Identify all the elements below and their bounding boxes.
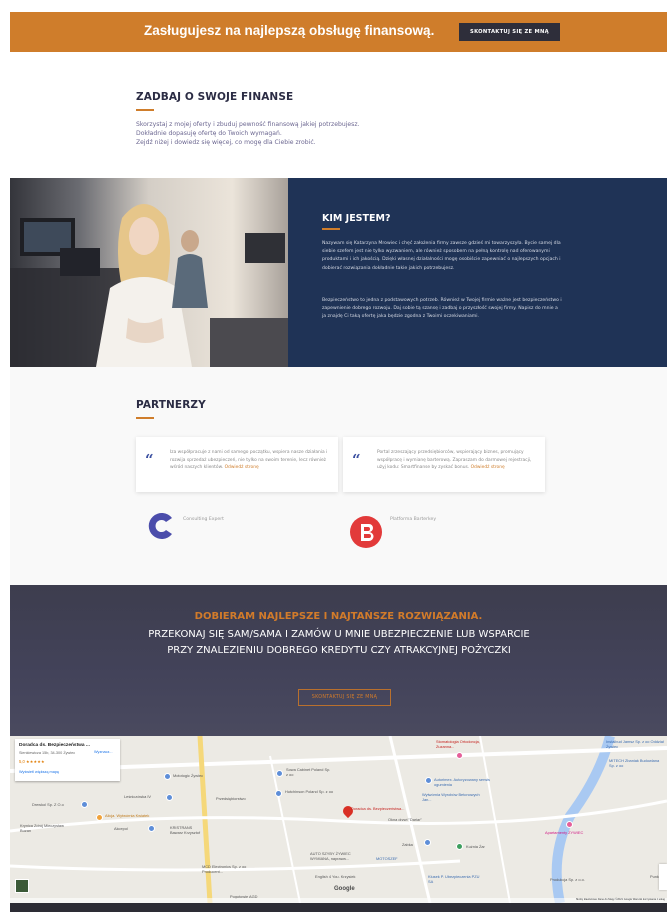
map-poi-icon[interactable] (456, 843, 463, 850)
map-label: Klusek P. Ubezpieczenia PZU SA (428, 874, 480, 884)
google-map[interactable]: Doradca ds. Bezpieczeństwa ... Sienkiewi… (10, 736, 667, 903)
footer-strip (10, 903, 667, 912)
heading-underline (322, 228, 340, 230)
map-label: Sowa Cabinet Poland Sp. z oo (286, 767, 331, 777)
map-poi-icon[interactable] (456, 752, 463, 759)
map-label: Produkcja Sp. z o.o. (550, 877, 585, 882)
map-label: Apartamenty ŻYWIEC (545, 830, 584, 835)
map-poi-icon[interactable] (276, 770, 283, 777)
map-label: Okna drzwi "Dariar" (388, 817, 422, 822)
map-label: Mototogic Żywiec (173, 773, 204, 778)
map-label: AUTO SZYBY ŻYWIEC WYMIANA, naprawa... (310, 851, 351, 861)
map-poi-icon[interactable] (424, 839, 431, 846)
map-label: Hutchinson Poland Sp. z oo (285, 789, 334, 794)
consulting-expert-logo (148, 513, 172, 539)
finance-line: Dokładnie dopasuję ofertę do Twoich wyma… (136, 130, 282, 137)
map-label: English 4 You. Krzysiek (315, 874, 356, 879)
map-label: Alicja. Wytwórnia Kwiatek (105, 813, 150, 818)
partners-header: PARTNERZY (136, 399, 206, 419)
map-poi-icon[interactable] (425, 777, 432, 784)
finance-section: ZADBAJ O SWOJE FINANSE Skorzystaj z moje… (136, 91, 476, 147)
map-label: Autorimex. Autoryzowany serwis ogumienia (434, 777, 491, 787)
about-section: KIM JESTEM? Nazywam się Katarzyna Mrowie… (10, 178, 667, 367)
map-terms[interactable]: Skróty klawiszowe Dane do Mapy ©2021 Goo… (576, 898, 665, 901)
partner-name: Consulting Expert (183, 517, 224, 522)
about-paragraph: Bezpieczeństwo to jedna z podstawowych p… (322, 298, 562, 320)
map-label: Wytwórnia Wyrobów Betonowych Jan... (422, 792, 480, 802)
finance-line: Zejdź niżej i dowiedz się więcej, co mog… (136, 139, 316, 146)
map-label: MCD Electronics Sp. z oo Producent... (202, 864, 247, 874)
place-rating: 5,0 ★★★★★ (19, 759, 45, 764)
finance-line: Skorzystaj z mojej oferty i zbuduj pewno… (136, 121, 360, 128)
office-photo (10, 178, 288, 367)
map-label: Drewkol Sp. Z O.o (32, 802, 64, 807)
map-label: Przedsiębiorstwo (216, 796, 246, 801)
larger-map-link[interactable]: Wyświetl większą mapę (19, 770, 59, 774)
heading-underline (136, 417, 154, 419)
directions-link[interactable]: Wyznacz... (94, 750, 113, 754)
map-poi-icon[interactable] (275, 790, 282, 797)
map-label: Leśniczówka IV (124, 794, 152, 799)
map-poi-icon[interactable] (566, 821, 573, 828)
quote-icon: “ (145, 451, 154, 469)
quote-icon: “ (352, 451, 361, 469)
cta-headline: DOBIERAM NAJLEPSZE I NAJTAŃSZE ROZWIĄZAN… (194, 611, 483, 622)
map-pin-label: Doradca ds. Bezpieczeństwa... (351, 806, 405, 811)
about-panel: KIM JESTEM? Nazywam się Katarzyna Mrowie… (288, 178, 667, 367)
google-logo: Google (334, 886, 355, 892)
about-paragraph: Nazywam się Katarzyna Mrowiec i chęć zał… (322, 241, 561, 271)
visit-site-link[interactable]: Odwiedź stronę (225, 465, 259, 470)
map-poi-icon[interactable] (166, 794, 173, 801)
map-label: Zabka (402, 842, 413, 847)
map-label: KRISTRANS Bawarz Krzysztof (170, 825, 201, 835)
office-photo-illustration (10, 178, 288, 367)
map-label: Krynica Zdrój Mieczysław Buzan (20, 823, 64, 833)
zoom-control[interactable] (659, 864, 667, 890)
about-heading: KIM JESTEM? (322, 213, 391, 224)
visit-site-link[interactable]: Odwiedź stronę (471, 465, 505, 470)
finance-heading: ZADBAJ O SWOJE FINANSE (136, 91, 294, 103)
partner-name: Platforma Barterkey (390, 517, 437, 522)
heading-underline (136, 109, 154, 111)
barterkey-logo (350, 516, 382, 548)
top-banner: Zasługujesz na najlepszą obsługę finanso… (10, 12, 667, 52)
map-label: Stomatologia Ortodoncja, Zuzanna... (436, 739, 480, 749)
partners-heading: PARTNERZY (136, 399, 206, 411)
testimonial-card: “ Iza współpracuje z nami od samego pocz… (136, 437, 338, 492)
map-poi-icon[interactable] (148, 825, 155, 832)
contact-button[interactable]: SKONTAKTUJ SIĘ ZE MNĄ (459, 23, 560, 41)
place-name: Doradca ds. Bezpieczeństwa ... (19, 743, 90, 748)
cta-section: DOBIERAM NAJLEPSZE I NAJTAŃSZE ROZWIĄZAN… (10, 585, 667, 736)
cta-subheadline: PRZEKONAJ SIĘ SAM/SAMA I ZAMÓW U MNIE UB… (148, 629, 530, 656)
map-label: Instalbud Jamsz Sp. z oo Oddział Żywiec (606, 739, 664, 749)
finance-text: Skorzystaj z mojej oferty i zbuduj pewno… (136, 120, 476, 147)
map-poi-icon[interactable] (81, 801, 88, 808)
map-label: Akcepol (114, 826, 128, 831)
map-place-card: Doradca ds. Bezpieczeństwa ... Sienkiewi… (15, 739, 120, 781)
map-label: MOTOSZEF (376, 856, 398, 861)
map-label: Kuźnia Żar (466, 844, 485, 849)
banner-title: Zasługujesz na najlepszą obsługę finanso… (144, 23, 435, 38)
cta-contact-button[interactable]: SKONTAKTUJ SIĘ ZE MNĄ (298, 689, 391, 706)
testimonial-text: Portal zrzeszający przedsiębiorców, wspi… (377, 449, 537, 472)
testimonial-text: Iza współpracuje z nami od samego począt… (170, 449, 330, 472)
partners-section: PARTNERZY “ Iza współpracuje z nami od s… (10, 367, 667, 585)
satellite-view-toggle[interactable] (15, 879, 29, 893)
map-label: MITECH Zbaniak Budowlana Sp. z oo (609, 758, 660, 768)
map-poi-icon[interactable] (96, 814, 103, 821)
testimonial-card: “ Portal zrzeszający przedsiębiorców, ws… (343, 437, 545, 492)
testimonial-body: Portal zrzeszający przedsiębiorców, wspi… (377, 450, 532, 471)
map-poi-icon[interactable] (164, 773, 171, 780)
place-address: Sienkiewicza 15b, 34-300 Żywiec (19, 751, 76, 755)
